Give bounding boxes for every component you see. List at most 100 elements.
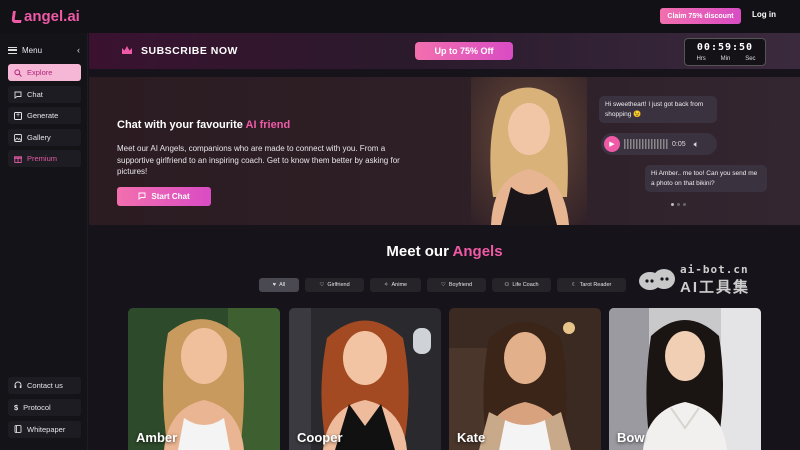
filter-label: Boyfriend bbox=[448, 282, 473, 288]
sidebar-item-protocol[interactable]: $ Protocol bbox=[8, 399, 81, 416]
logo-text: angel.ai bbox=[24, 8, 80, 25]
card-name: Bow bbox=[617, 430, 645, 445]
heart-outline-icon: ♡ bbox=[319, 282, 325, 288]
sidebar-item-gallery[interactable]: Gallery bbox=[8, 129, 81, 146]
card-name: Cooper bbox=[297, 430, 343, 445]
angel-card-amber[interactable]: Amber bbox=[128, 308, 280, 450]
menu-label: Menu bbox=[22, 45, 43, 55]
collapse-chevron-icon[interactable]: ‹ bbox=[77, 45, 80, 55]
discount-button[interactable]: Up to 75% Off bbox=[415, 42, 513, 60]
claim-discount-button[interactable]: Claim 75% discount bbox=[660, 8, 741, 24]
menu-header: Menu ‹ bbox=[8, 45, 80, 55]
start-chat-label: Start Chat bbox=[151, 192, 190, 201]
heart-outline-icon: ♡ bbox=[440, 282, 446, 288]
timer-digits: 00:59:50 bbox=[696, 42, 754, 53]
section-title-highlight: Angels bbox=[452, 243, 503, 260]
moon-icon: ☾ bbox=[571, 282, 577, 288]
filter-label: Girlfriend bbox=[327, 282, 350, 288]
play-icon[interactable]: ▶ bbox=[604, 136, 620, 152]
watermark-cn: AI工具集 bbox=[680, 279, 751, 296]
sidebar-item-label: Protocol bbox=[23, 403, 51, 412]
amber-photo bbox=[128, 308, 280, 450]
timer-hrs-label: Hrs bbox=[696, 56, 706, 62]
carousel-dot[interactable] bbox=[677, 203, 680, 206]
angel-card-kate[interactable]: Kate bbox=[449, 308, 601, 450]
filter-label: All bbox=[279, 282, 286, 288]
speaker-icon[interactable]: 🔈︎ bbox=[694, 139, 699, 150]
chat-icon bbox=[14, 91, 22, 99]
carousel-dot[interactable] bbox=[671, 203, 674, 206]
voice-message: ▶ 0:05 🔈︎ bbox=[601, 133, 717, 155]
sidebar-item-label: Contact us bbox=[27, 381, 63, 390]
cooper-photo bbox=[289, 308, 441, 450]
filter-anime[interactable]: ✧ Anime bbox=[370, 278, 421, 292]
chat-bubble-incoming: Hi sweetheart! I just got back from shop… bbox=[599, 96, 717, 123]
hero-amber-photo bbox=[471, 77, 587, 225]
waveform bbox=[624, 139, 668, 149]
chat-bubble-icon bbox=[138, 192, 146, 202]
hero-title-prefix: Chat with your favourite bbox=[117, 119, 246, 131]
angel-card-bow[interactable]: Bow bbox=[609, 308, 761, 450]
timer-units: Hrs Min Sec bbox=[689, 56, 763, 62]
login-link[interactable]: Log in bbox=[752, 10, 776, 19]
sidebar: Menu ‹ Explore Chat + Generate Gallery P… bbox=[0, 33, 88, 450]
carousel-dots[interactable] bbox=[671, 203, 686, 206]
angel-card-cooper[interactable]: Cooper bbox=[289, 308, 441, 450]
sidebar-item-chat[interactable]: Chat bbox=[8, 86, 81, 103]
sidebar-item-label: Premium bbox=[27, 154, 58, 163]
audio-time: 0:05 bbox=[672, 140, 686, 148]
gallery-icon bbox=[14, 133, 22, 142]
filter-girlfriend[interactable]: ♡ Girlfriend bbox=[305, 278, 364, 292]
carousel-dot[interactable] bbox=[683, 203, 686, 206]
sparkle-icon: ✧ bbox=[383, 282, 389, 288]
filter-life-coach[interactable]: ⚇ Life Coach bbox=[492, 278, 551, 292]
filter-label: Anime bbox=[391, 282, 408, 288]
category-filters: ♥ All ♡ Girlfriend ✧ Anime ♡ Boyfriend ⚇… bbox=[259, 278, 626, 292]
gift-icon bbox=[14, 155, 22, 163]
watermark: ai-bot.cn AI工具集 bbox=[638, 263, 763, 296]
hero-title: Chat with your favourite AI friend bbox=[117, 119, 290, 131]
hero-description: Meet our AI Angels, companions who are m… bbox=[117, 144, 400, 176]
sidebar-item-explore[interactable]: Explore bbox=[8, 64, 81, 81]
card-name: Kate bbox=[457, 430, 486, 445]
hamburger-icon[interactable] bbox=[8, 46, 17, 54]
bow-photo bbox=[609, 308, 761, 450]
sidebar-item-label: Explore bbox=[27, 68, 53, 77]
crown-icon bbox=[121, 45, 133, 58]
heart-icon: ♥ bbox=[272, 282, 277, 288]
card-name: Amber bbox=[136, 430, 178, 445]
logo-mark-icon bbox=[11, 10, 23, 23]
start-chat-button[interactable]: Start Chat bbox=[117, 187, 211, 206]
filter-tarot-reader[interactable]: ☾ Tarot Reader bbox=[557, 278, 626, 292]
timer-sec-label: Sec bbox=[745, 56, 756, 62]
timer-min-label: Min bbox=[720, 56, 731, 62]
sidebar-item-generate[interactable]: + Generate bbox=[8, 107, 81, 124]
watermark-url: ai-bot.cn bbox=[680, 263, 749, 276]
hero-title-highlight: AI friend bbox=[245, 119, 291, 131]
top-header: angel.ai Claim 75% discount Log in bbox=[0, 0, 800, 33]
headset-icon bbox=[14, 381, 22, 391]
watermark-bubbles-icon bbox=[639, 269, 675, 290]
subscribe-text: SUBSCRIBE NOW bbox=[141, 45, 238, 57]
filter-label: Life Coach bbox=[512, 282, 539, 288]
sidebar-item-label: Gallery bbox=[27, 133, 51, 142]
filter-label: Tarot Reader bbox=[579, 282, 612, 288]
filter-boyfriend[interactable]: ♡ Boyfriend bbox=[427, 278, 486, 292]
sidebar-item-contact[interactable]: Contact us bbox=[8, 377, 81, 394]
sidebar-item-label: Whitepaper bbox=[27, 425, 66, 434]
sidebar-item-label: Generate bbox=[27, 111, 59, 120]
hero-panel: Chat with your favourite AI friend Meet … bbox=[89, 77, 800, 225]
sidebar-item-whitepaper[interactable]: Whitepaper bbox=[8, 421, 81, 438]
sidebar-item-premium[interactable]: Premium bbox=[8, 150, 81, 167]
filter-all[interactable]: ♥ All bbox=[259, 278, 299, 292]
kate-photo bbox=[449, 308, 601, 450]
people-icon: ⚇ bbox=[504, 282, 510, 288]
dollar-icon: $ bbox=[14, 403, 19, 412]
countdown-timer: 00:59:50 Hrs Min Sec bbox=[684, 38, 766, 66]
book-icon bbox=[14, 424, 22, 435]
sidebar-item-label: Chat bbox=[27, 90, 43, 99]
angel-ai-logo[interactable]: angel.ai bbox=[11, 8, 80, 25]
subscribe-banner: SUBSCRIBE NOW Up to 75% Off 00:59:50 Hrs… bbox=[89, 33, 800, 69]
plus-square-icon: + bbox=[14, 111, 22, 120]
section-title: Meet our Angels bbox=[89, 243, 800, 260]
